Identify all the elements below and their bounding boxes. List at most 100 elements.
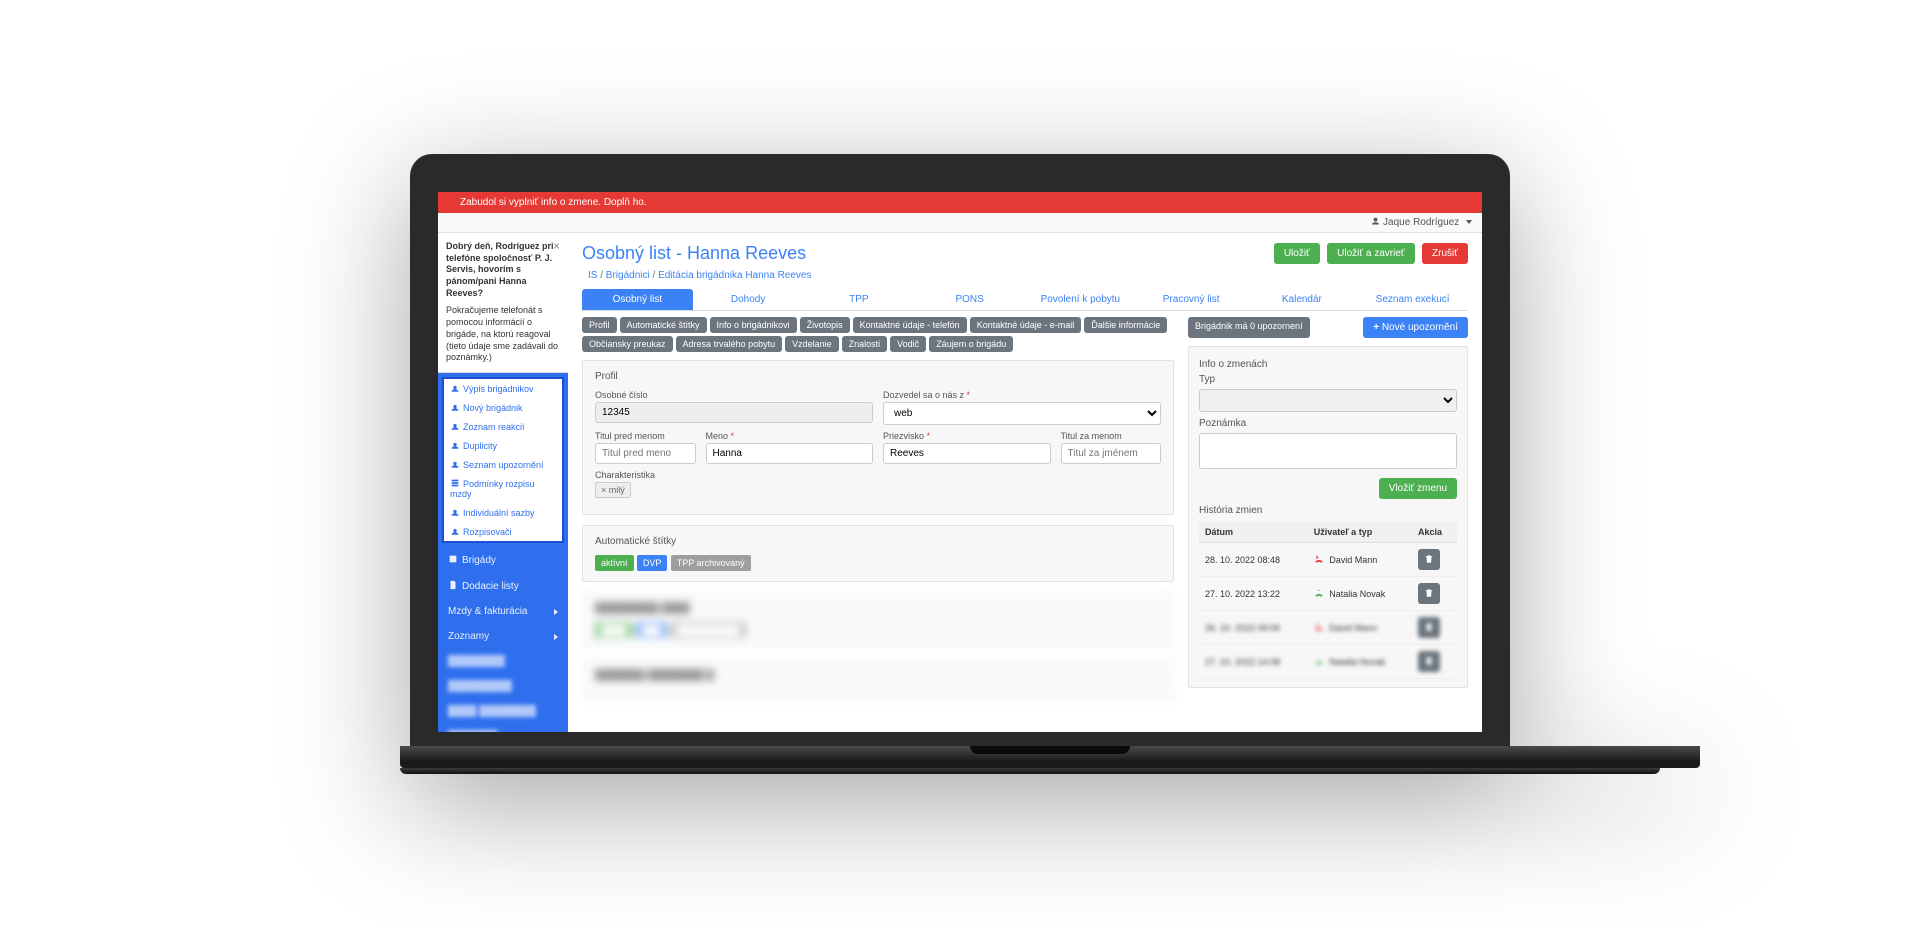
pill[interactable]: Kontaktné údaje - telefón — [853, 317, 967, 333]
pill[interactable]: Záujem o brigádu — [929, 336, 1013, 352]
input-osobne-cislo — [595, 402, 873, 423]
alert-count-badge: Brigádnik má 0 upozornení — [1188, 317, 1310, 338]
cell-date: 28. 10. 2022 08:48 — [1199, 543, 1308, 577]
char-tag[interactable]: × milý — [595, 482, 631, 498]
tag-tpp-arch: TPP archivovaný — [671, 555, 751, 571]
nav-blurred: ███████ — [438, 724, 568, 732]
th-action: Akcia — [1412, 522, 1457, 543]
history-row-blurred: 26. 10. 2022 09:06 David Mann — [1199, 611, 1457, 645]
tag-aktivni: aktívní — [595, 555, 634, 571]
delete-button[interactable] — [1418, 549, 1440, 570]
submit-change-button[interactable]: Vložiť zmenu — [1379, 478, 1457, 499]
save-button[interactable]: Uložiť — [1274, 243, 1320, 264]
select-typ[interactable] — [1199, 389, 1457, 412]
input-priezvisko[interactable] — [883, 443, 1051, 464]
history-row-blurred: 27. 10. 2022 14:08 Natalia Novak — [1199, 645, 1457, 679]
submenu-item[interactable]: Seznam upozornění — [444, 455, 562, 474]
panel-info-zmenach: Info o zmenách Typ Poznámka Vložiť zmenu… — [1188, 346, 1468, 688]
input-meno[interactable] — [706, 443, 874, 464]
pill[interactable]: Profil — [582, 317, 617, 333]
tab-pracovny-list[interactable]: Pracovný list — [1136, 289, 1247, 310]
nav-label: Mzdy & fakturácia — [448, 606, 527, 617]
label-titul-pred: Titul pred menom — [595, 431, 696, 441]
tab-exekuce[interactable]: Seznam exekucí — [1357, 289, 1468, 310]
tab-osobny-list[interactable]: Osobný list — [582, 289, 693, 310]
panel-title: Profil — [595, 371, 1161, 382]
pill[interactable]: Kontaktné údaje - e-mail — [970, 317, 1082, 333]
breadcrumb-brigadnici[interactable]: Brigádnici — [606, 270, 650, 281]
submenu-item[interactable]: Podmínky rozpisu mzdy — [444, 474, 562, 503]
submenu-label: Zoznam reakcií — [463, 422, 525, 432]
panel-title: Automatické štítky — [595, 536, 1161, 547]
phone-missed-icon — [1314, 554, 1324, 566]
submenu-item[interactable]: Rozpisovači — [444, 522, 562, 541]
tab-pons[interactable]: PONS — [914, 289, 1025, 310]
tab-povolenie[interactable]: Povolení k pobytu — [1025, 289, 1136, 310]
sidebar-submenu: Výpis brigádnikov Nový brigádnik Zoznam … — [442, 377, 564, 543]
nav-mzdy[interactable]: Mzdy & fakturácia — [438, 599, 568, 624]
label-charakteristika: Charakteristika — [595, 470, 1161, 480]
submenu-item[interactable]: Výpis brigádnikov — [444, 379, 562, 398]
panel-auto-stitky: Automatické štítky aktívní DVP TPP archi… — [582, 525, 1174, 582]
chevron-right-icon — [554, 634, 558, 640]
cell-user: Natalia Novak — [1308, 645, 1412, 679]
label-poznamka: Poznámka — [1199, 418, 1457, 429]
select-dozvedel[interactable]: web — [883, 402, 1161, 425]
user-menu[interactable]: Jaque Rodríguez — [1371, 217, 1472, 228]
breadcrumb-current[interactable]: Editácia brigádnika Hanna Reeves — [658, 270, 811, 281]
tab-dohody[interactable]: Dohody — [693, 289, 804, 310]
user-icon — [1371, 217, 1380, 226]
delete-button[interactable] — [1418, 583, 1440, 604]
nav-brigady[interactable]: Brigády — [438, 547, 568, 573]
new-alert-button[interactable]: + Nové upozornění — [1363, 317, 1468, 338]
pill[interactable]: Ďalšie informácie — [1084, 317, 1167, 333]
cell-date: 26. 10. 2022 09:06 — [1199, 611, 1308, 645]
textarea-poznamka[interactable] — [1199, 433, 1457, 469]
delete-button — [1418, 617, 1440, 638]
pill[interactable]: Občiansky preukaz — [582, 336, 673, 352]
pill[interactable]: Vzdelanie — [785, 336, 839, 352]
cell-user: David Mann — [1308, 611, 1412, 645]
pill[interactable]: Vodič — [890, 336, 926, 352]
btn-label: Nové upozornění — [1382, 322, 1458, 333]
pill[interactable]: Automatické štítky — [620, 317, 707, 333]
history-header: História zmien — [1199, 505, 1457, 516]
breadcrumb: IS / Brigádnici / Editácia brigádnika Ha… — [588, 270, 1468, 281]
nav-blurred: ████ ████████ — [438, 699, 568, 724]
nav-dodacie[interactable]: Dodacie listy — [438, 573, 568, 599]
panel-profil: Profil Osobné číslo Dozvedel sa o nás z … — [582, 360, 1174, 515]
submenu-label: Individuální sazby — [463, 508, 535, 518]
label-priezvisko: Priezvisko — [883, 431, 1051, 441]
cancel-button[interactable]: Zrušiť — [1422, 243, 1468, 264]
label-osobne-cislo: Osobné číslo — [595, 390, 873, 400]
pill[interactable]: Info o brigádnikovi — [710, 317, 797, 333]
submenu-label: Seznam upozornění — [463, 460, 544, 470]
close-icon[interactable]: × — [553, 239, 560, 255]
submenu-item[interactable]: Duplicity — [444, 436, 562, 455]
user-name: Jaque Rodríguez — [1383, 217, 1459, 228]
trash-icon — [1424, 554, 1434, 564]
pill[interactable]: Znalosti — [842, 336, 888, 352]
input-titul-pred[interactable] — [595, 443, 696, 464]
pill[interactable]: Životopis — [800, 317, 850, 333]
cell-user-name: Natalia Novak — [1329, 589, 1385, 599]
pill[interactable]: Adresa trvalého pobytu — [676, 336, 783, 352]
trash-icon — [1424, 588, 1434, 598]
tab-tpp[interactable]: TPP — [804, 289, 915, 310]
tab-kalendar[interactable]: Kalendár — [1247, 289, 1358, 310]
submenu-label: Duplicity — [463, 441, 497, 451]
caret-down-icon — [1466, 220, 1472, 224]
info-header: Info o zmenách — [1199, 359, 1457, 370]
label-titul-za: Titul za menom — [1061, 431, 1162, 441]
input-titul-za[interactable] — [1061, 443, 1162, 464]
phone-missed-icon — [1314, 622, 1324, 634]
cell-date: 27. 10. 2022 13:22 — [1199, 577, 1308, 611]
nav-zoznamy[interactable]: Zoznamy — [438, 624, 568, 649]
cell-user: David Mann — [1308, 543, 1412, 577]
submenu-item[interactable]: Nový brigádnik — [444, 398, 562, 417]
save-close-button[interactable]: Uložiť a zavrieť — [1327, 243, 1415, 264]
submenu-item[interactable]: Zoznam reakcií — [444, 417, 562, 436]
submenu-item[interactable]: Individuální sazby — [444, 503, 562, 522]
breadcrumb-is[interactable]: IS — [588, 270, 597, 281]
th-user: Uživateľ a typ — [1308, 522, 1412, 543]
